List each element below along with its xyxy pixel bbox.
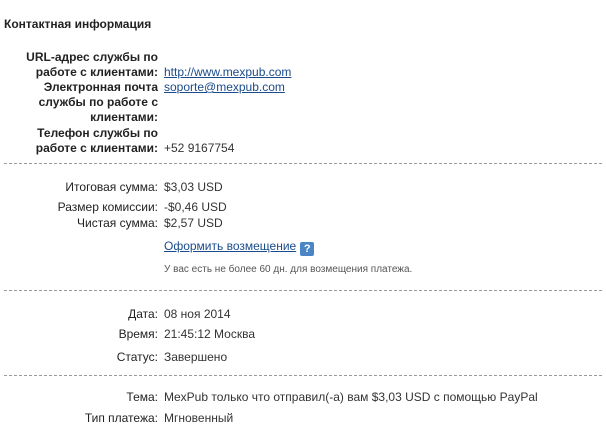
total-label: Итоговая сумма: (65, 180, 158, 194)
time-label: Время: (118, 327, 158, 341)
date-label: Дата: (128, 307, 158, 321)
section-title-contact: Контактная информация (4, 17, 152, 31)
divider (4, 290, 602, 291)
divider (4, 163, 602, 164)
fee-value: -$0,46 USD (164, 200, 227, 214)
phone-label-line: Телефон службы по (37, 126, 158, 140)
email-value-wrap: soporte@mexpub.com (164, 80, 285, 95)
fee-label: Размер комиссии: (57, 200, 158, 214)
email-label: Электронная почта службы по работе с кли… (39, 80, 158, 125)
net-label: Чистая сумма: (77, 216, 158, 230)
payment-type-label: Тип платежа: (84, 411, 158, 425)
status-value: Завершено (164, 350, 228, 364)
status-label: Статус: (116, 350, 158, 364)
refund-note: У вас есть не более 60 дн. для возмещени… (164, 264, 413, 275)
url-label-line: URL-адрес службы по (26, 50, 158, 64)
date-value: 08 ноя 2014 (164, 307, 231, 321)
divider (4, 375, 602, 376)
email-link[interactable]: soporte@mexpub.com (164, 80, 285, 94)
net-value: $2,57 USD (164, 216, 223, 230)
phone-value: +52 9167754 (164, 141, 235, 155)
refund-link[interactable]: Оформить возмещение (164, 239, 296, 253)
url-link[interactable]: http://www.mexpub.com (164, 65, 291, 79)
refund-row: Оформить возмещение? (164, 239, 315, 256)
time-value: 21:45:12 Москва (164, 327, 256, 341)
phone-label: Телефон службы по работе с клиентами: (36, 126, 158, 156)
subject-value: MexPub только что отправил(-а) вам $3,03… (164, 390, 538, 404)
url-value-wrap: http://www.mexpub.com (164, 65, 291, 80)
phone-label-line: работе с клиентами: (35, 141, 158, 155)
total-value: $3,03 USD (164, 180, 223, 194)
email-label-line: клиентами: (90, 110, 158, 124)
email-label-line: Электронная почта (43, 80, 158, 94)
url-label: URL-адрес службы по работе с клиентами: (26, 50, 158, 80)
url-label-line: работе с клиентами: (35, 65, 158, 79)
subject-label: Тема: (126, 390, 158, 404)
help-icon[interactable]: ? (300, 242, 315, 256)
email-label-line: службы по работе с (38, 95, 158, 109)
payment-type-value: Мгновенный (164, 411, 234, 425)
